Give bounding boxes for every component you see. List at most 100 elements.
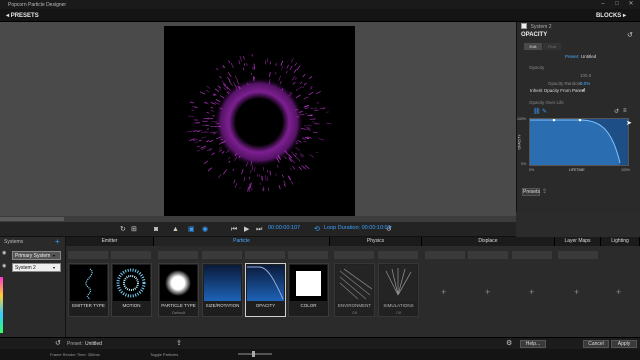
link-icon[interactable]: ⛓ <box>533 108 541 115</box>
add-block-icon[interactable]: + <box>441 287 446 297</box>
maximize-button[interactable]: □ <box>610 0 624 9</box>
block-slot[interactable] <box>158 251 198 259</box>
presets-toggle[interactable]: ◂ PRESETS <box>6 12 39 19</box>
zoom-slider[interactable] <box>238 353 272 355</box>
add-block-icon[interactable]: + <box>616 287 621 297</box>
block-sublabel: Off <box>351 310 358 315</box>
window-title-bar: Popcorn Particle Designer – □ ✕ <box>0 0 640 9</box>
graph-y-top: 100% <box>517 117 526 121</box>
go-to-start-icon[interactable]: ⏮ <box>231 225 237 234</box>
block-slot[interactable] <box>512 251 552 259</box>
block-slot[interactable] <box>425 251 465 259</box>
block-particle-type[interactable]: PARTICLE TYPE Default <box>158 263 199 317</box>
inherit-opacity-checkbox[interactable]: ✓ <box>581 87 586 94</box>
minimize-button[interactable]: – <box>596 0 610 9</box>
opacity-random-value[interactable]: 0.0% <box>580 81 590 86</box>
block-label: SIZE/ROTATION <box>205 303 240 308</box>
loop-duration-display[interactable]: Loop Duration: 00:00:10:00 <box>324 225 391 231</box>
save-icon[interactable]: ⇪ <box>542 188 547 195</box>
undo-icon[interactable]: ↺ <box>55 339 61 347</box>
category-lighting[interactable]: Lighting <box>601 237 640 246</box>
motion-thumbnail <box>113 265 150 301</box>
block-size-rotation[interactable]: SIZE/ROTATION <box>202 263 243 317</box>
inspector-panel: System 2 OPACITY ↺ Edit Find Preset: Unt… <box>516 22 640 212</box>
pencil-icon[interactable]: ✎ <box>542 108 547 115</box>
tab-find[interactable]: Find <box>543 43 561 50</box>
play-icon[interactable]: ▶ <box>244 225 249 234</box>
reset-icon[interactable]: ↺ <box>627 31 633 39</box>
system-enable-checkbox[interactable] <box>521 23 527 29</box>
add-block-icon[interactable]: + <box>574 287 579 297</box>
section-title: OPACITY <box>521 32 548 38</box>
presets-label: PRESETS <box>10 13 39 19</box>
opacity-value[interactable]: 100.0 <box>580 73 591 78</box>
system-visible-icon[interactable]: ◉ <box>2 263 7 271</box>
opacity-curve-graph[interactable] <box>529 118 629 166</box>
block-label: EMITTER TYPE <box>72 303 105 308</box>
loop-icon[interactable]: ⟲ <box>314 225 320 234</box>
render-time: Frame Render Time: 356ms <box>50 352 100 357</box>
grid-icon[interactable]: ⊞ <box>131 225 137 234</box>
help-button[interactable]: Help... <box>520 340 546 348</box>
category-particle[interactable]: Particle <box>154 237 330 246</box>
block-label: OPACITY <box>255 303 276 308</box>
block-sublabel: Default <box>172 310 185 315</box>
menu-icon[interactable]: ≡ <box>623 108 627 114</box>
category-displace[interactable]: Displace <box>422 237 555 246</box>
presets-button[interactable]: Presets <box>522 188 540 196</box>
block-slot[interactable] <box>288 251 328 259</box>
add-block-icon[interactable]: + <box>529 287 534 297</box>
opacity-curve <box>530 118 621 165</box>
light-icon[interactable]: ▲ <box>172 225 179 234</box>
graph-y-bottom: 0% <box>521 162 527 166</box>
camera-icon[interactable]: ◙ <box>154 225 158 234</box>
block-color[interactable]: COLOR <box>288 263 329 317</box>
block-slot[interactable] <box>558 251 598 259</box>
visibility-eye-icon[interactable]: ◉ <box>202 225 208 234</box>
reset-view-icon[interactable]: ↻ <box>120 225 126 234</box>
preset-value[interactable]: Untitled <box>581 54 596 59</box>
add-block-icon[interactable]: + <box>485 287 490 297</box>
apply-button[interactable]: Apply <box>611 340 637 348</box>
blocks-toggle[interactable]: BLOCKS ▸ <box>596 12 626 19</box>
dropdown-arrow-icon: ▾ <box>53 265 56 270</box>
block-slot[interactable] <box>202 251 242 259</box>
scrollbar-thumb[interactable] <box>0 217 64 221</box>
block-slot[interactable] <box>245 251 285 259</box>
block-emitter-type[interactable]: EMITTER TYPE <box>68 263 109 317</box>
close-button[interactable]: ✕ <box>624 0 638 9</box>
block-slot[interactable] <box>68 251 108 259</box>
block-simulations[interactable]: SIMULATIONS Off <box>378 263 419 317</box>
systems-panel: Systems + ◉ Primary System ▾ ◉ System 2 … <box>0 237 66 337</box>
transport-bar: ↻ ⊞ ◙ ▲ ▣ ◉ ⏮ ▶ ⏭ ⟲ ↺ <box>0 222 516 237</box>
settings-gear-icon[interactable]: ⚙ <box>506 339 512 347</box>
go-to-end-icon[interactable]: ⏭ <box>256 225 262 234</box>
window-title: Popcorn Particle Designer <box>8 2 67 8</box>
block-slot[interactable] <box>378 251 418 259</box>
dropdown-arrow-icon: ▾ <box>53 253 56 258</box>
block-slot[interactable] <box>468 251 508 259</box>
category-emitter[interactable]: Emitter <box>66 237 154 246</box>
undo-icon[interactable]: ↺ <box>614 108 619 115</box>
preset-value[interactable]: Untitled <box>85 341 102 347</box>
save-preset-icon[interactable]: ⇪ <box>176 339 182 347</box>
block-motion[interactable]: MOTION <box>111 263 152 317</box>
preview-canvas[interactable] <box>164 26 355 217</box>
block-slot[interactable] <box>334 251 374 259</box>
block-environment[interactable]: ENVIRONMENT Off <box>334 263 375 317</box>
block-opacity[interactable]: OPACITY <box>245 263 286 317</box>
tab-edit[interactable]: Edit <box>524 43 542 50</box>
cancel-button[interactable]: Cancel <box>583 340 609 348</box>
block-slot[interactable] <box>111 251 151 259</box>
add-system-icon[interactable]: + <box>55 237 60 246</box>
system-visible-icon[interactable]: ◉ <box>2 250 7 258</box>
zoom-slider-thumb[interactable] <box>252 351 255 357</box>
category-layer-maps[interactable]: Layer Maps <box>555 237 601 246</box>
timecode-display[interactable]: 00:00:00:107 <box>268 225 300 231</box>
graph-y-label: OPACITY <box>517 134 522 150</box>
opacity-thumbnail <box>247 265 284 301</box>
graph-x-left: 0% <box>529 168 535 172</box>
simulations-thumbnail <box>380 265 417 301</box>
bounds-icon[interactable]: ▣ <box>188 225 195 234</box>
category-physics[interactable]: Physics <box>330 237 422 246</box>
